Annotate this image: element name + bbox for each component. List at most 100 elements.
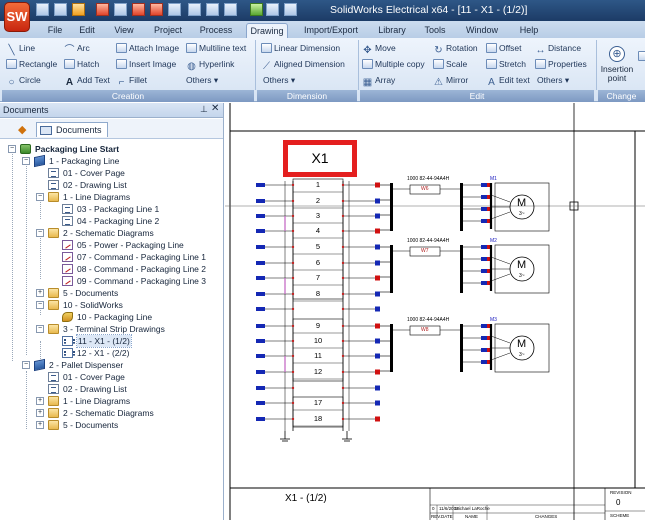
distance-button[interactable]: ↔ Distance <box>535 42 582 56</box>
paste-icon[interactable] <box>168 3 181 16</box>
multiple-copy-label: Multiple copy <box>375 59 425 69</box>
drawing-canvas[interactable]: X1 1 2 3 4 5 6 7 8 9 10 11 12 17 18 1000 82-44-94A4H W… <box>225 103 645 520</box>
tree-item-label: 01 - Cover Page <box>63 372 125 382</box>
open-icon[interactable] <box>54 3 67 16</box>
dimension-others-dropdown[interactable]: Others ▾ <box>263 74 295 86</box>
tab-library[interactable]: Library <box>372 23 412 38</box>
wire-end-marker <box>256 370 265 374</box>
terminal-number[interactable]: 2 <box>311 196 325 206</box>
expand-icon[interactable]: + <box>36 421 44 429</box>
globe-icon: ◍ <box>187 61 196 72</box>
line-button[interactable]: ╲ Line <box>6 42 35 56</box>
terminal-number[interactable]: 17 <box>311 398 325 408</box>
folder-icon <box>48 288 59 298</box>
rotation-icon: ↻ <box>434 45 443 56</box>
tab-help[interactable]: Help <box>514 23 544 38</box>
terminal-number[interactable]: 5 <box>311 242 325 252</box>
collapse-icon[interactable]: − <box>36 301 44 309</box>
creation-others-dropdown[interactable]: Others ▾ <box>186 74 218 86</box>
mirror-button[interactable]: ⚠ Mirror <box>433 74 468 88</box>
edit-text-button[interactable]: A Edit text <box>486 74 530 88</box>
tab-view[interactable]: View <box>110 23 138 38</box>
tab-window[interactable]: Window <box>462 23 502 38</box>
new-icon[interactable] <box>36 3 49 16</box>
attach-image-icon <box>116 43 127 53</box>
fillet-button[interactable]: ⌐ Fillet <box>116 74 147 88</box>
tab-drawing[interactable]: Drawing <box>246 23 288 38</box>
rotation-button[interactable]: ↻ Rotation <box>433 42 477 56</box>
tab-edit[interactable]: Edit <box>74 23 100 38</box>
diamond-icon[interactable]: ◆ <box>18 123 26 136</box>
motor-phase-label: 3~ <box>519 352 525 358</box>
collapse-icon[interactable]: − <box>36 193 44 201</box>
hyperlink-button[interactable]: ◍ Hyperlink <box>186 58 234 72</box>
tab-documents[interactable]: Documents <box>36 122 108 137</box>
terminal-number[interactable]: 6 <box>311 258 325 268</box>
terminal-strip-tag[interactable]: X1 <box>283 140 357 177</box>
terminal-number[interactable]: 11 <box>311 351 325 361</box>
close-icon[interactable]: ✕ <box>211 103 219 114</box>
collapse-icon[interactable]: − <box>36 325 44 333</box>
collapse-icon[interactable]: − <box>36 229 44 237</box>
tab-project[interactable]: Project <box>148 23 188 38</box>
properties-button[interactable]: Properties <box>535 58 587 70</box>
terminal-number[interactable]: 12 <box>311 367 325 377</box>
cut-icon[interactable] <box>132 3 145 16</box>
help-icon[interactable] <box>284 3 297 16</box>
terminal-number[interactable]: 7 <box>311 273 325 283</box>
aligned-dimension-button[interactable]: ⟋ Aligned Dimension <box>261 58 345 72</box>
expand-icon[interactable]: + <box>36 397 44 405</box>
zoom-icon[interactable] <box>188 3 201 16</box>
copy-icon[interactable] <box>114 3 127 16</box>
pencil-icon[interactable] <box>96 3 109 16</box>
edit-others-dropdown[interactable]: Others ▾ <box>537 74 569 86</box>
play-icon[interactable] <box>250 3 263 16</box>
pan-icon[interactable] <box>206 3 219 16</box>
terminal-number[interactable]: 9 <box>311 321 325 331</box>
scheme-label: SCHEME <box>610 513 630 518</box>
linear-dimension-button[interactable]: Linear Dimension <box>261 42 340 54</box>
save-icon[interactable] <box>72 3 85 16</box>
tab-import-export[interactable]: Import/Export <box>300 23 362 38</box>
terminal-number[interactable]: 10 <box>311 336 325 346</box>
stretch-button[interactable]: Stretch <box>486 58 526 70</box>
multiple-copy-button[interactable]: Multiple copy <box>362 58 425 70</box>
motor-wire <box>490 194 511 203</box>
change-next-button[interactable] <box>638 50 645 62</box>
arc-button[interactable]: ⌒ Arc <box>64 42 90 56</box>
tab-tools[interactable]: Tools <box>420 23 450 38</box>
move-button[interactable]: ✥ Move <box>362 42 396 56</box>
terminal-number[interactable]: 8 <box>311 289 325 299</box>
hatch-button[interactable]: Hatch <box>64 58 99 70</box>
multiline-text-button[interactable]: Multiline text <box>186 42 246 54</box>
tree-item-label: 1 - Packaging Line <box>49 156 120 166</box>
insert-image-button[interactable]: Insert Image <box>116 58 176 70</box>
binoculars-icon[interactable] <box>266 3 279 16</box>
terminal-number[interactable]: 1 <box>311 180 325 190</box>
app-logo[interactable]: SW <box>4 2 30 32</box>
scale-button[interactable]: Scale <box>433 58 467 70</box>
expand-icon[interactable]: + <box>36 409 44 417</box>
delete-icon[interactable] <box>150 3 163 16</box>
terminal-number[interactable]: 3 <box>311 211 325 221</box>
pin-icon[interactable]: ⊥ <box>200 104 208 115</box>
array-button[interactable]: ▦ Array <box>362 74 396 88</box>
circle-button[interactable]: ○ Circle <box>6 74 40 88</box>
terminal-number[interactable]: 4 <box>311 226 325 236</box>
rectangle-button[interactable]: Rectangle <box>6 58 57 70</box>
collapse-icon[interactable]: − <box>22 157 30 165</box>
wire-end-marker <box>256 417 265 421</box>
offset-button[interactable]: Offset <box>486 42 522 54</box>
insertion-point-button[interactable]: ⊕ Insertion point <box>600 46 634 83</box>
move-icon[interactable] <box>224 3 237 16</box>
terminal-end-marker <box>375 353 380 359</box>
add-text-button[interactable]: A Add Text <box>64 74 110 88</box>
tab-file[interactable]: File <box>40 23 70 38</box>
tab-process[interactable]: Process <box>196 23 236 38</box>
collapse-icon[interactable]: − <box>8 145 16 153</box>
collapse-icon[interactable]: − <box>22 361 30 369</box>
attach-image-button[interactable]: Attach Image <box>116 42 179 54</box>
terminal-number[interactable]: 18 <box>311 414 325 424</box>
motor-terminal-marker <box>481 324 487 328</box>
expand-icon[interactable]: + <box>36 289 44 297</box>
